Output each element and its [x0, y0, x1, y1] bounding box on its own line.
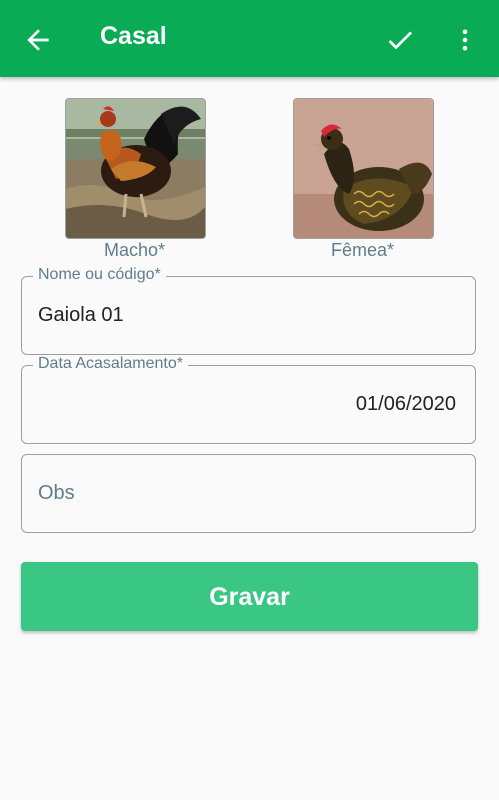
app-bar: Casal — [0, 0, 499, 77]
rooster-image — [66, 99, 205, 238]
more-vert-icon[interactable] — [451, 24, 479, 56]
date-field-value[interactable]: 01/06/2020 — [356, 393, 456, 416]
check-icon[interactable] — [384, 24, 416, 56]
hen-image — [294, 99, 433, 238]
female-label: Fêmea* — [330, 240, 395, 260]
name-field-value[interactable]: Gaiola 01 — [38, 304, 124, 327]
save-button[interactable]: Gravar — [21, 562, 478, 631]
obs-field-placeholder[interactable]: Obs — [38, 482, 75, 505]
page-title: Casal — [100, 22, 167, 50]
obs-field[interactable]: Obs — [21, 454, 476, 533]
male-label: Macho* — [103, 240, 166, 260]
arrow-left-icon[interactable] — [22, 24, 54, 56]
date-field[interactable]: Data Acasalamento* 01/06/2020 — [21, 355, 476, 444]
male-photo[interactable] — [65, 98, 206, 239]
female-photo[interactable] — [293, 98, 434, 239]
date-field-label: Data Acasalamento* — [33, 355, 188, 373]
name-field-label: Nome ou código* — [33, 266, 166, 284]
name-field[interactable]: Nome ou código* Gaiola 01 — [21, 266, 476, 355]
